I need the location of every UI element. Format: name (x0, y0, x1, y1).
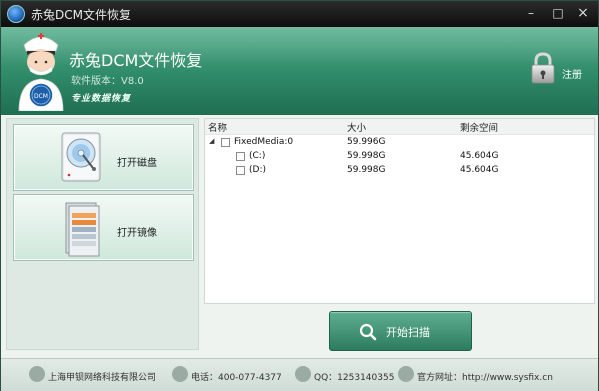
column-name-header[interactable]: 名称 (208, 120, 227, 134)
column-size-header[interactable]: 大小 (347, 120, 366, 134)
start-scan-label: 开始扫描 (386, 326, 430, 339)
lock-icon[interactable] (528, 51, 558, 85)
phone-number: 电话：400-077-4377 (191, 373, 282, 383)
checkbox-fixedmedia[interactable] (221, 138, 230, 147)
drive-name: (C:) (249, 151, 266, 161)
window-title: 赤兔DCM文件恢复 (31, 8, 131, 22)
app-window: 赤兔DCM文件恢复 – □ × DCM 赤兔DCM文件恢复 软件版本：V8.0 … (0, 0, 599, 391)
drive-size: 59.998G (347, 151, 386, 161)
header-banner: DCM 赤兔DCM文件恢复 软件版本：V8.0 专业数据恢复 注册 (1, 27, 598, 115)
search-icon (359, 323, 377, 341)
column-free-header[interactable]: 剩余空间 (460, 120, 498, 134)
open-image-button[interactable]: 打开镜像 (13, 194, 194, 261)
expand-arrow-icon[interactable]: ◢ (209, 137, 214, 145)
disk-image-icon (65, 202, 100, 257)
qq-icon (295, 366, 311, 382)
version-label: 软件版本：V8.0 (71, 76, 144, 87)
website-link[interactable]: 官方网址：http://www.sysfix.cn (417, 370, 553, 383)
left-panel: 打开磁盘 打开镜像 (6, 118, 199, 350)
app-logo-icon (7, 5, 25, 23)
hard-disk-icon (61, 132, 101, 182)
close-button[interactable]: × (574, 5, 592, 21)
open-image-label: 打开镜像 (117, 228, 157, 239)
checkbox-c[interactable] (236, 152, 245, 161)
globe-icon (398, 366, 414, 382)
title-bar: 赤兔DCM文件恢复 – □ × (1, 1, 598, 27)
phone-icon (172, 366, 188, 382)
svg-text:DCM: DCM (34, 93, 48, 100)
checkbox-d[interactable] (236, 166, 245, 175)
drive-tree-panel[interactable]: 名称 大小 剩余空间 ◢ FixedMedia:0 59.996G (C:) 5… (204, 118, 595, 304)
tree-row-fixedmedia[interactable]: ◢ FixedMedia:0 59.996G (205, 136, 594, 150)
start-scan-button[interactable]: 开始扫描 (329, 311, 472, 351)
drive-size: 59.998G (347, 165, 386, 175)
tree-header: 名称 大小 剩余空间 (205, 119, 594, 135)
doctor-mascot-icon: DCM (18, 33, 64, 111)
minimize-button[interactable]: – (522, 5, 540, 21)
app-name: 赤兔DCM文件恢复 (69, 51, 203, 70)
drive-name: FixedMedia:0 (234, 137, 294, 147)
drive-name: (D:) (249, 165, 266, 175)
open-disk-button[interactable]: 打开磁盘 (13, 124, 194, 191)
drive-free: 45.604G (460, 151, 499, 161)
footer-bar: 上海甲钡网络科技有限公司 电话：400-077-4377 QQ：12531403… (1, 358, 598, 391)
company-name: 上海甲钡网络科技有限公司 (48, 373, 157, 383)
register-link[interactable]: 注册 (562, 66, 582, 81)
drive-size: 59.996G (347, 137, 386, 147)
slogan: 专业数据恢复 (71, 94, 132, 104)
maximize-button[interactable]: □ (549, 5, 567, 21)
tree-row-d[interactable]: (D:) 59.998G 45.604G (205, 164, 594, 178)
open-disk-label: 打开磁盘 (117, 158, 157, 169)
qq-number: QQ：1253140355 (314, 373, 395, 383)
company-logo-icon (29, 366, 45, 382)
drive-free: 45.604G (460, 165, 499, 175)
tree-row-c[interactable]: (C:) 59.998G 45.604G (205, 150, 594, 164)
